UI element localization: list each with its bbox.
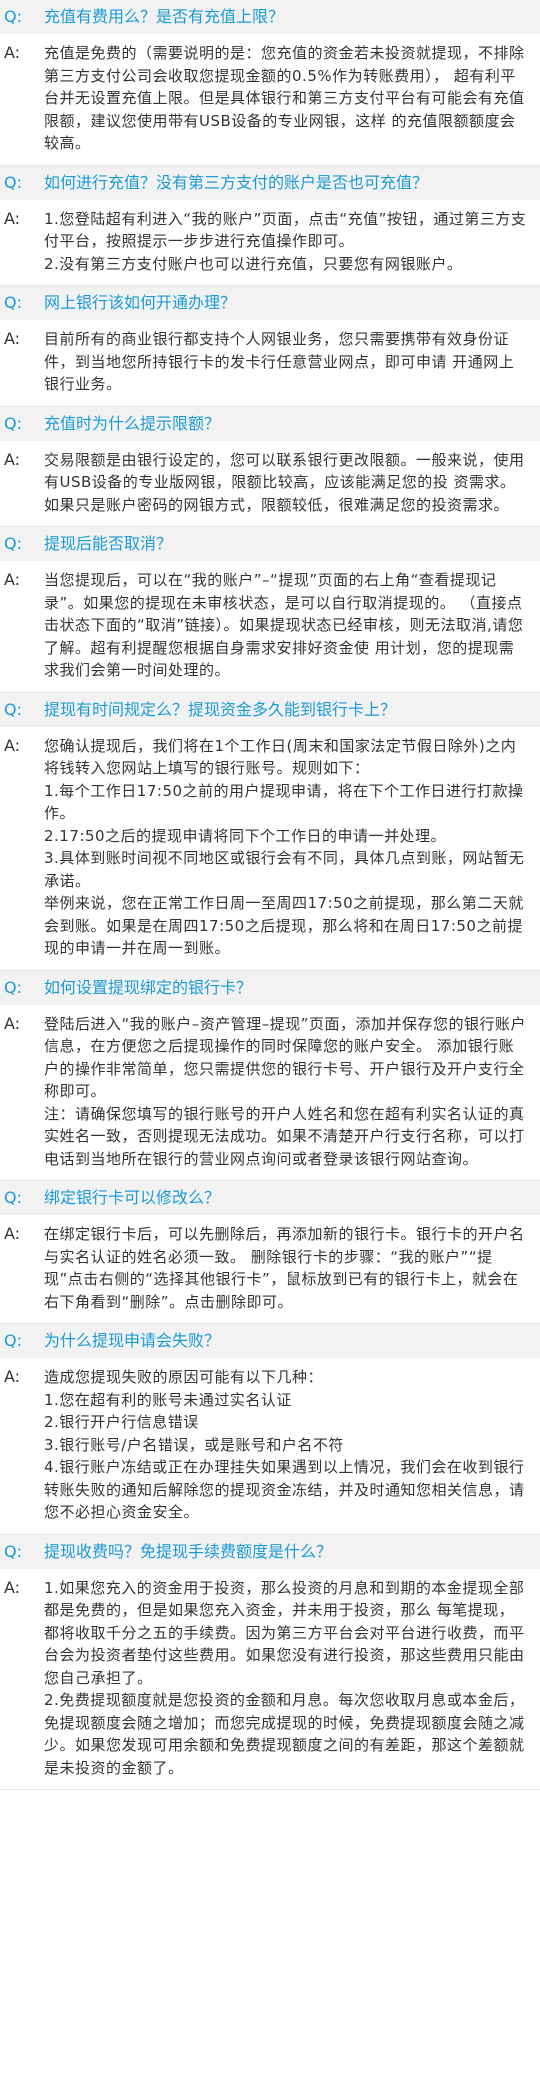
answer-paragraph: 3.银行账号/户名错误，或是账号和户名不符 (44, 1435, 344, 1454)
question-row[interactable]: Q: 如何设置提现绑定的银行卡？ (0, 970, 540, 1005)
faq-list: Q: 充值有费用么？是否有充值上限？ A: 充值是免费的（需要说明的是：您充值的资金若… (0, 0, 540, 1790)
question-label: Q: (4, 534, 22, 553)
answer-paragraph: 注：请确保您填写的银行账号的开户人姓名和您在超有利实名认证的真实姓名一致，否则提… (44, 1104, 525, 1168)
faq-item: Q: 提现后能否取消？ A: 当您提现后，可以在“我的账户”–“提现”页面的右上角“查… (0, 527, 540, 693)
faq-item: Q: 网上银行该如何开通办理？ A: 目前所有的商业银行都支持个人网银业务，您只需要携… (0, 286, 540, 407)
faq-item: Q: 充值有费用么？是否有充值上限？ A: 充值是免费的（需要说明的是：您充值的资金若… (0, 0, 540, 166)
answer-row: A: 1.您登陆超有利进入“我的账户”页面，点击“充值”按钮，通过第三方支付平台，… (0, 200, 540, 286)
answer-paragraph: 登陆后进入“我的账户–资产管理–提现”页面，添加并保存您的银行账户信息，在方便您… (44, 1014, 527, 1101)
answer-body: 造成您提现失败的原因可能有以下几种： 1.您在超有利的账号未通过实名认证 2.银行开… (44, 1366, 528, 1524)
answer-row: A: 充值是免费的（需要说明的是：您充值的资金若未投资就提现，不排除第三方支付公司… (0, 34, 540, 165)
question-text: 为什么提现申请会失败？ (44, 1331, 221, 1350)
answer-paragraph: 1.您在超有利的账号未通过实名认证 (44, 1390, 292, 1409)
question-row[interactable]: Q: 如何进行充值？没有第三方支付的账户是否也可充值？ (0, 165, 540, 200)
answer-body: 1.如果您充入的资金用于投资，那么投资的月息和到期的本金提现全部都是免费的，但是… (44, 1577, 528, 1780)
faq-item: Q: 如何进行充值？没有第三方支付的账户是否也可充值？ A: 1.您登陆超有利进入“我… (0, 165, 540, 286)
answer-body: 目前所有的商业银行都支持个人网银业务，您只需要携带有效身份证件，到当地您所持银行… (44, 328, 528, 396)
answer-paragraph: 3.具体到账时间视不同地区或银行会有不同，具体几点到账，网站暂无承诺。 (44, 849, 525, 890)
answer-row: A: 登陆后进入“我的账户–资产管理–提现”页面，添加并保存您的银行账户信息，在方… (0, 1005, 540, 1181)
answer-row: A: 交易限额是由银行设定的，您可以联系银行更改限额。一般来说，使用有USB设备的… (0, 441, 540, 527)
question-text: 充值时为什么提示限额？ (44, 413, 221, 433)
answer-label: A: (4, 570, 21, 589)
question-label: Q: (4, 1541, 22, 1561)
question-text: 绑定银行卡可以修改么？ (44, 1188, 221, 1207)
faq-item: Q: 提现有时间规定么？提现资金多久能到银行卡上？ A: 您确认提现后，我们将在1个工… (0, 692, 540, 971)
question-text: 如何设置提现绑定的银行卡？ (44, 977, 253, 997)
answer-label: A: (4, 1013, 21, 1033)
answer-body: 当您提现后，可以在“我的账户”–“提现”页面的右上角“查看提现记录”。如果您的提… (44, 569, 528, 682)
question-text: 网上银行该如何开通办理？ (44, 293, 237, 312)
answer-row: A: 1.如果您充入的资金用于投资，那么投资的月息和到期的本金提现全部都是免费的，… (0, 1569, 540, 1790)
answer-paragraph: 2.银行开户行信息错误 (44, 1413, 199, 1431)
answer-label: A: (4, 208, 21, 228)
answer-paragraph: 1.您登陆超有利进入“我的账户”页面，点击“充值”按钮，通过第三方支付平台，按照… (44, 209, 527, 251)
faq-item: Q: 绑定银行卡可以修改么？ A: 在绑定银行卡后，可以先删除后，再添加新的银行卡。银… (0, 1181, 540, 1324)
answer-label: A: (4, 1367, 21, 1386)
answer-body: 在绑定银行卡后，可以先删除后，再添加新的银行卡。银行卡的开户名与实名认证的姓名必… (44, 1223, 528, 1313)
answer-body: 登陆后进入“我的账户–资产管理–提现”页面，添加并保存您的银行账户信息，在方便您… (44, 1013, 528, 1171)
question-text: 充值有费用么？是否有充值上限？ (44, 7, 285, 26)
question-label: Q: (4, 1188, 22, 1207)
question-label: Q: (4, 413, 22, 433)
answer-label: A: (4, 43, 21, 62)
question-label: Q: (4, 172, 22, 192)
answer-body: 充值是免费的（需要说明的是：您充值的资金若未投资就提现，不排除第三方支付公司会收… (44, 42, 528, 155)
faq-item: Q: 如何设置提现绑定的银行卡？ A: 登陆后进入“我的账户–资产管理–提现”页面，添… (0, 970, 540, 1181)
answer-label: A: (4, 1577, 21, 1597)
answer-row: A: 目前所有的商业银行都支持个人网银业务，您只需要携带有效身份证件，到当地您所持… (0, 320, 540, 406)
question-row[interactable]: Q: 绑定银行卡可以修改么？ (0, 1181, 540, 1215)
question-text: 提现有时间规定么？提现资金多久能到银行卡上？ (44, 699, 397, 719)
answer-paragraph: 2.免费提现额度就是您投资的金额和月息。每次您收取月息或本金后，免提现额度会随之… (44, 1691, 525, 1777)
answer-paragraph: 2.17:50之后的提现申请将同下个工作日的申请一并处理。 (44, 826, 447, 845)
answer-paragraph: 举例来说，您在正常工作日周一至周四17:50之前提现，那么第二天就会到账。如果是… (44, 894, 524, 957)
question-row[interactable]: Q: 网上银行该如何开通办理？ (0, 286, 540, 320)
answer-paragraph: 目前所有的商业银行都支持个人网银业务，您只需要携带有效身份证件，到当地您所持银行… (44, 330, 515, 393)
answer-paragraph: 充值是免费的（需要说明的是：您充值的资金若未投资就提现，不排除第三方支付公司会收… (44, 44, 525, 152)
answer-paragraph: 在绑定银行卡后，可以先删除后，再添加新的银行卡。银行卡的开户名与实名认证的姓名必… (44, 1225, 525, 1311)
answer-label: A: (4, 449, 21, 469)
answer-paragraph: 造成您提现失败的原因可能有以下几种： (44, 1368, 324, 1386)
answer-label: A: (4, 329, 21, 348)
answer-paragraph: 1.如果您充入的资金用于投资，那么投资的月息和到期的本金提现全部都是免费的，但是… (44, 1578, 525, 1687)
answer-label: A: (4, 735, 21, 755)
answer-row: A: 造成您提现失败的原因可能有以下几种： 1.您在超有利的账号未通过实名认证 2.银… (0, 1358, 540, 1534)
answer-paragraph: 4.银行账户冻结或正在办理挂失如果遇到以上情况，我们会在收到银行转账失败的通知后… (44, 1458, 525, 1521)
answer-paragraph: 当您提现后，可以在“我的账户”–“提现”页面的右上角“查看提现记录”。如果您的提… (44, 571, 524, 679)
answer-body: 1.您登陆超有利进入“我的账户”页面，点击“充值”按钮，通过第三方支付平台，按照… (44, 208, 528, 276)
question-row[interactable]: Q: 充值有费用么？是否有充值上限？ (0, 0, 540, 34)
question-row[interactable]: Q: 提现收费吗？免提现手续费额度是什么？ (0, 1534, 540, 1569)
faq-item: Q: 提现收费吗？免提现手续费额度是什么？ A: 1.如果您充入的资金用于投资，那么投… (0, 1534, 540, 1790)
answer-paragraph: 交易限额是由银行设定的，您可以联系银行更改限额。一般来说，使用有USB设备的专业… (44, 450, 525, 514)
answer-paragraph: 您确认提现后，我们将在1个工作日(周末和国家法定节假日除外)之内将钱转入您网站上… (44, 736, 517, 778)
question-row[interactable]: Q: 为什么提现申请会失败？ (0, 1324, 540, 1358)
question-text: 提现后能否取消？ (44, 534, 173, 553)
question-text: 提现收费吗？免提现手续费额度是什么？ (44, 1541, 333, 1561)
answer-row: A: 当您提现后，可以在“我的账户”–“提现”页面的右上角“查看提现记录”。如果您… (0, 561, 540, 692)
question-row[interactable]: Q: 充值时为什么提示限额？ (0, 406, 540, 441)
question-label: Q: (4, 977, 22, 997)
question-label: Q: (4, 293, 22, 312)
question-label: Q: (4, 7, 22, 26)
answer-row: A: 您确认提现后，我们将在1个工作日(周末和国家法定节假日除外)之内将钱转入您网… (0, 727, 540, 970)
question-label: Q: (4, 1331, 22, 1350)
faq-item: Q: 为什么提现申请会失败？ A: 造成您提现失败的原因可能有以下几种： 1.您在超有利… (0, 1324, 540, 1535)
question-label: Q: (4, 699, 22, 719)
answer-row: A: 在绑定银行卡后，可以先删除后，再添加新的银行卡。银行卡的开户名与实名认证的姓… (0, 1215, 540, 1323)
answer-body: 您确认提现后，我们将在1个工作日(周末和国家法定节假日除外)之内将钱转入您网站上… (44, 735, 528, 960)
answer-body: 交易限额是由银行设定的，您可以联系银行更改限额。一般来说，使用有USB设备的专业… (44, 449, 528, 517)
answer-paragraph: 1.每个工作日17:50之前的用户提现申请，将在下个工作日进行打款操作。 (44, 781, 524, 823)
answer-label: A: (4, 1224, 21, 1243)
answer-paragraph: 2.没有第三方支付账户也可以进行充值，只要您有网银账户。 (44, 254, 463, 273)
question-row[interactable]: Q: 提现后能否取消？ (0, 527, 540, 561)
faq-item: Q: 充值时为什么提示限额？ A: 交易限额是由银行设定的，您可以联系银行更改限额。一… (0, 406, 540, 527)
question-row[interactable]: Q: 提现有时间规定么？提现资金多久能到银行卡上？ (0, 692, 540, 727)
question-text: 如何进行充值？没有第三方支付的账户是否也可充值？ (44, 172, 429, 192)
